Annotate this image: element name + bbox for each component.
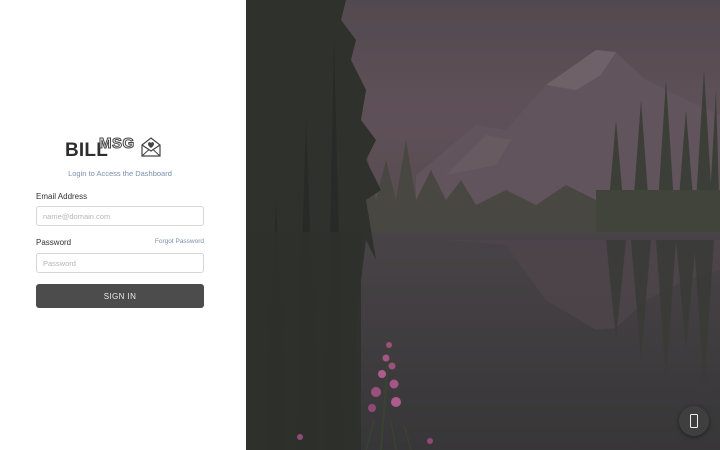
phone-icon: [690, 414, 698, 428]
billmsg-logo: BILL MSG: [64, 134, 164, 162]
sign-in-button[interactable]: SIGN IN: [36, 284, 204, 308]
email-input[interactable]: [36, 206, 204, 226]
email-label: Email Address: [36, 192, 88, 201]
login-panel: BILL MSG Login to Access the Dashboard E…: [0, 0, 246, 450]
password-label: Password: [36, 238, 72, 247]
envelope-icon: [141, 137, 161, 157]
login-subtitle: Login to Access the Dashboard: [68, 169, 172, 178]
password-input[interactable]: [36, 253, 204, 273]
chat-widget-button[interactable]: [679, 406, 709, 436]
forgot-password-link[interactable]: Forgot Password: [155, 238, 204, 245]
background-image: [246, 0, 720, 450]
mountain-lake-scene: [246, 0, 720, 450]
